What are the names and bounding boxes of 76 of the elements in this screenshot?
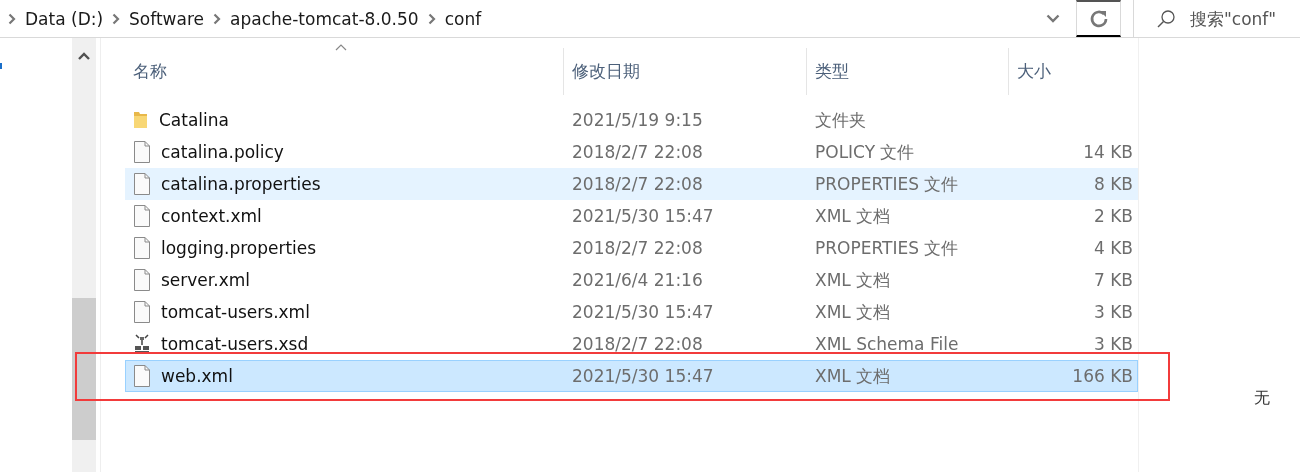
search-field[interactable]: 搜索"conf"	[1190, 8, 1300, 29]
file-name: Catalina	[159, 110, 229, 130]
file-size: 166 KB	[1072, 366, 1133, 386]
column-header[interactable]: 修改日期	[563, 48, 806, 95]
file-row[interactable]: Catalina 2021/5/19 9:15 文件夹	[125, 104, 1138, 136]
modified-date: 2021/5/19 9:15	[572, 110, 703, 130]
file-icon	[133, 141, 151, 163]
file-type: XML Schema File	[815, 334, 959, 354]
modified-date: 2021/5/30 15:47	[572, 366, 714, 386]
refresh-button[interactable]	[1076, 0, 1121, 37]
column-header[interactable]: 大小	[1008, 48, 1136, 95]
chevron-right-icon	[213, 12, 222, 25]
column-header[interactable]: 名称	[125, 48, 563, 95]
file-name: catalina.properties	[161, 174, 321, 194]
file-size: 2 KB	[1093, 206, 1133, 226]
modified-date: 2018/2/7 22:08	[572, 142, 703, 162]
modified-date: 2021/5/30 15:47	[572, 206, 714, 226]
side-text: 无	[1254, 388, 1270, 409]
schema-file-icon	[133, 333, 151, 355]
file-row[interactable]: tomcat-users.xsd 2018/2/7 22:08 XML Schema File 3 KB	[125, 328, 1138, 360]
modified-date: 2018/2/7 22:08	[572, 174, 703, 194]
breadcrumb-item[interactable]: conf	[444, 8, 482, 29]
nav-pane-edge	[0, 63, 2, 69]
file-name: web.xml	[161, 366, 233, 386]
search-icon	[1156, 8, 1176, 29]
breadcrumb-item[interactable]: apache-tomcat-8.0.50	[230, 8, 419, 29]
modified-date: 2021/6/4 21:16	[572, 270, 703, 290]
file-name: logging.properties	[161, 238, 317, 258]
file-icon	[133, 237, 151, 259]
folder-icon	[133, 110, 149, 130]
file-name: server.xml	[161, 270, 250, 290]
file-size: 4 KB	[1093, 238, 1133, 258]
scroll-up-icon[interactable]	[78, 52, 90, 60]
file-name: tomcat-users.xml	[161, 302, 310, 322]
file-name: catalina.policy	[161, 142, 284, 162]
file-type: XML 文档	[815, 302, 891, 322]
file-icon	[133, 269, 151, 291]
file-name: context.xml	[161, 206, 262, 226]
file-row[interactable]: tomcat-users.xml 2021/5/30 15:47 XML 文档 3 KB	[125, 296, 1138, 328]
file-type: XML 文档	[815, 206, 891, 226]
file-row[interactable]: catalina.policy 2018/2/7 22:08 POLICY 文件 14 KB	[125, 136, 1138, 168]
modified-date: 2021/5/30 15:47	[572, 302, 714, 322]
address-bar[interactable]: Data (D:) Software apache-tomcat-8.0.50 conf	[0, 0, 1077, 37]
chevron-right-icon	[112, 12, 121, 25]
column-header[interactable]: 类型	[806, 48, 1008, 95]
file-size: 3 KB	[1093, 302, 1133, 322]
file-row[interactable]: web.xml 2021/5/30 15:47 XML 文档 166 KB	[125, 360, 1138, 392]
file-type: PROPERTIES 文件	[815, 238, 959, 258]
chevron-right-icon	[8, 12, 16, 25]
file-row[interactable]: logging.properties 2018/2/7 22:08 PROPERTIES 文件 4 KB	[125, 232, 1138, 264]
dropdown-chevron-icon[interactable]	[1046, 14, 1061, 23]
file-icon	[133, 365, 151, 387]
file-type: PROPERTIES 文件	[815, 174, 959, 194]
file-icon	[133, 205, 151, 227]
file-size: 7 KB	[1093, 270, 1133, 290]
file-type: 文件夹	[815, 110, 866, 130]
scrollbar[interactable]	[72, 38, 96, 472]
file-size: 3 KB	[1093, 334, 1133, 354]
file-type: XML 文档	[815, 366, 891, 386]
file-type: POLICY 文件	[815, 142, 915, 162]
file-type: XML 文档	[815, 270, 891, 290]
modified-date: 2018/2/7 22:08	[572, 334, 703, 354]
refresh-icon	[1088, 8, 1109, 29]
file-icon	[133, 301, 151, 323]
file-row[interactable]: context.xml 2021/5/30 15:47 XML 文档 2 KB	[125, 200, 1138, 232]
breadcrumb-item[interactable]: Data (D:)	[25, 8, 104, 29]
file-name: tomcat-users.xsd	[161, 334, 309, 354]
file-size: 14 KB	[1083, 142, 1133, 162]
file-icon	[133, 173, 151, 195]
scrollbar-thumb[interactable]	[72, 298, 96, 440]
chevron-right-icon	[427, 12, 436, 25]
file-size: 8 KB	[1093, 174, 1133, 194]
breadcrumb-item[interactable]: Software	[129, 8, 205, 29]
file-row[interactable]: catalina.properties 2018/2/7 22:08 PROPERTIES 文件 8 KB	[125, 168, 1138, 200]
file-row[interactable]: server.xml 2021/6/4 21:16 XML 文档 7 KB	[125, 264, 1138, 296]
modified-date: 2018/2/7 22:08	[572, 238, 703, 258]
